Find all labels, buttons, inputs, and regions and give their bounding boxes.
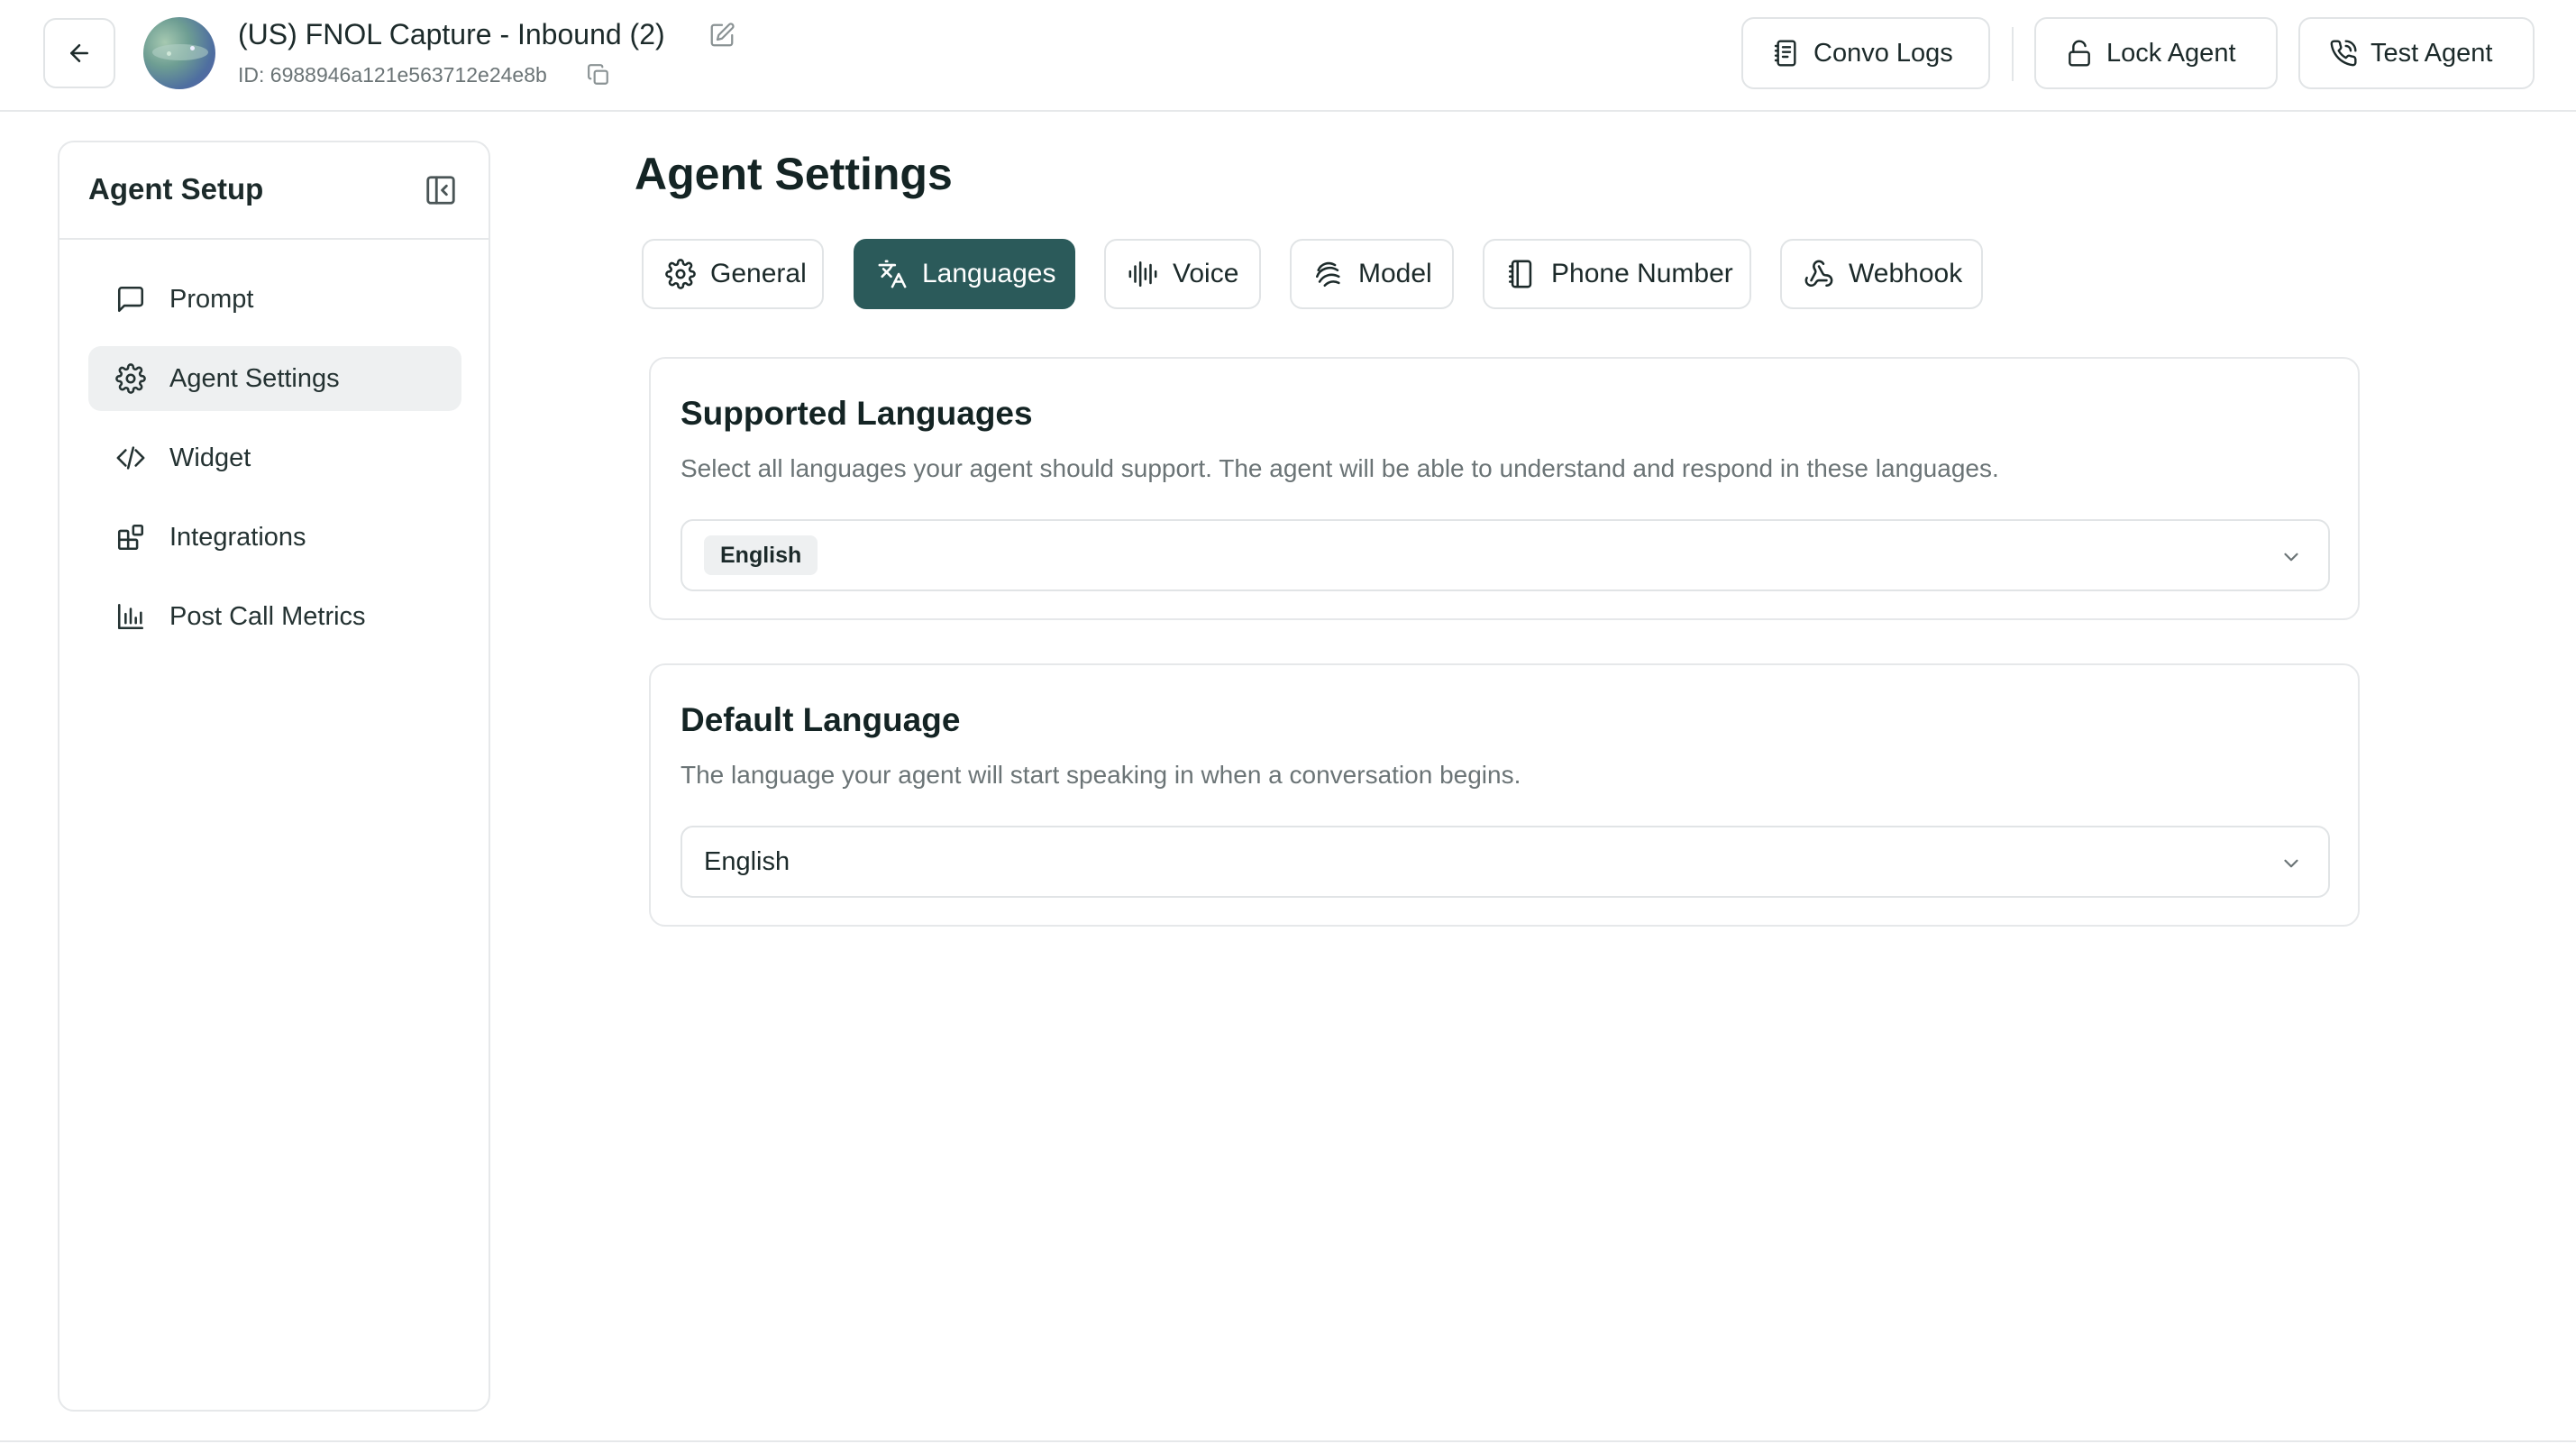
gear-icon (115, 363, 146, 394)
supported-languages-title: Supported Languages (681, 395, 1033, 432)
tab-voice[interactable]: Voice (1104, 239, 1261, 309)
bar-chart-icon (117, 603, 144, 630)
sidebar-item-agent-settings[interactable]: Agent Settings (88, 346, 461, 411)
message-square-icon (117, 286, 144, 313)
notebook-icon (1508, 260, 1532, 288)
lock-agent-button[interactable]: Lock Agent (2034, 17, 2278, 89)
agent-avatar (143, 17, 215, 89)
supported-languages-card: Supported Languages Select all languages… (649, 357, 2360, 620)
languages-icon (878, 260, 907, 288)
tab-label: Model (1358, 259, 1432, 288)
test-agent-label: Test Agent (2370, 38, 2493, 68)
test-agent-button[interactable]: Test Agent (2298, 17, 2535, 89)
agent-setup-sidebar: Agent Setup Prompt Agent Settings Widget… (58, 141, 490, 1412)
sidebar-item-prompt[interactable]: Prompt (88, 267, 461, 332)
sidebar-item-label: Agent Settings (169, 363, 340, 393)
bottom-divider (0, 1440, 2576, 1442)
panel-collapse-icon[interactable] (424, 173, 458, 207)
unlock-icon (2069, 40, 2090, 67)
default-language-title: Default Language (681, 701, 961, 738)
sidebar-item-widget[interactable]: Widget (88, 425, 461, 490)
tab-general[interactable]: General (642, 239, 824, 309)
tab-label: Voice (1173, 259, 1239, 288)
header-divider (2012, 27, 2014, 81)
sidebar-header: Agent Setup (59, 142, 489, 240)
agent-id: ID: 6988946a121e563712e24e8b (238, 63, 547, 87)
sidebar-item-label: Integrations (169, 522, 306, 552)
gear-icon (665, 259, 696, 289)
language-chip[interactable]: English (704, 535, 818, 575)
sidebar-item-label: Prompt (169, 284, 254, 314)
lock-agent-label: Lock Agent (2106, 38, 2236, 68)
tab-languages[interactable]: Languages (854, 239, 1075, 309)
tab-label: General (710, 259, 807, 288)
supported-languages-select[interactable]: English (681, 519, 2330, 591)
agent-title: (US) FNOL Capture - Inbound (2) (238, 18, 665, 50)
back-button[interactable] (43, 18, 115, 88)
edit-icon[interactable] (708, 22, 735, 49)
tab-model[interactable]: Model (1290, 239, 1454, 309)
page-title: Agent Settings (635, 149, 953, 199)
supported-languages-description: Select all languages your agent should s… (681, 454, 1999, 482)
chevron-down-icon (2284, 553, 2298, 562)
sidebar-item-integrations[interactable]: Integrations (88, 505, 461, 570)
sidebar-item-label: Post Call Metrics (169, 601, 366, 631)
logs-icon (1774, 40, 1796, 67)
chevron-down-icon (2284, 859, 2298, 868)
audio-wave-icon (1128, 260, 1157, 288)
sidebar-item-label: Widget (169, 443, 251, 472)
blocks-icon (117, 524, 144, 551)
tab-label: Webhook (1849, 259, 1963, 288)
arrow-left-icon (70, 44, 88, 62)
convo-logs-button[interactable]: Convo Logs (1741, 17, 1990, 89)
code-icon (116, 446, 145, 470)
top-bar: (US) FNOL Capture - Inbound (2) ID: 6988… (0, 0, 2576, 112)
default-language-description: The language your agent will start speak… (681, 761, 1521, 789)
default-language-card: Default Language The language your agent… (649, 663, 2360, 927)
sidebar-title: Agent Setup (88, 172, 264, 206)
default-language-value: English (704, 847, 790, 876)
tab-label: Languages (922, 259, 1056, 288)
tab-phone-number[interactable]: Phone Number (1483, 239, 1751, 309)
phone-call-icon (2330, 40, 2357, 67)
webhook-icon (1804, 260, 1833, 288)
convo-logs-label: Convo Logs (1813, 38, 1953, 68)
model-icon (1315, 261, 1340, 288)
default-language-select[interactable]: English (681, 826, 2330, 898)
sidebar-item-post-call-metrics[interactable]: Post Call Metrics (88, 584, 461, 649)
tab-webhook[interactable]: Webhook (1780, 239, 1983, 309)
tab-label: Phone Number (1551, 259, 1733, 288)
copy-icon[interactable] (587, 63, 610, 87)
